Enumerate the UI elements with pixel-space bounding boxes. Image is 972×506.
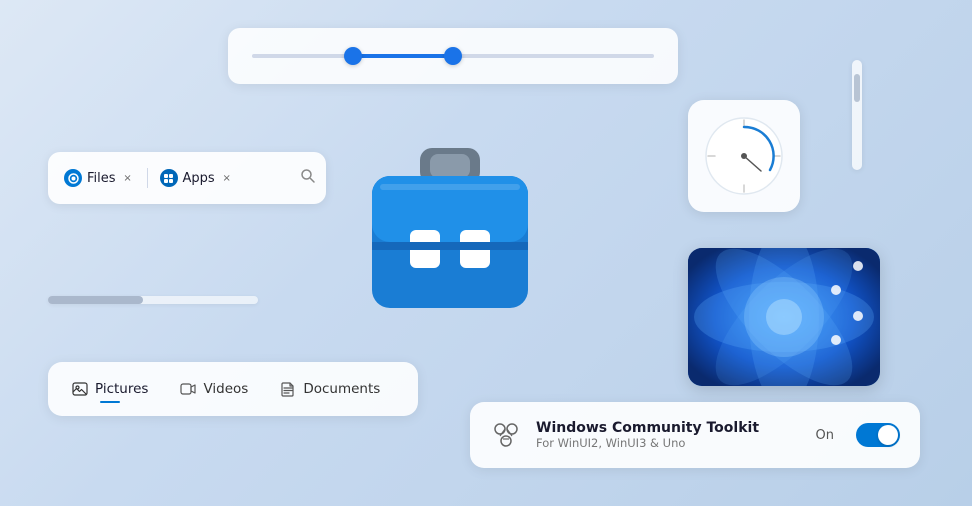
toggle-on-label: On — [816, 428, 834, 443]
files-chip-icon — [64, 169, 82, 187]
vertical-slider-thumb[interactable] — [854, 74, 860, 102]
toggle-knob — [878, 425, 898, 445]
tab-pictures[interactable]: Pictures — [56, 373, 164, 405]
tab-pictures-label: Pictures — [95, 381, 148, 397]
files-label: Files — [87, 171, 116, 186]
vertical-slider[interactable] — [852, 60, 862, 170]
progress-bar-widget — [48, 296, 258, 304]
slider-thumb-left[interactable] — [344, 47, 362, 65]
progress-fill — [48, 296, 143, 304]
tab-chip-apps[interactable]: Apps × — [154, 165, 240, 191]
toolkit-subtitle: For WinUI2, WinUI3 & Uno — [536, 436, 802, 450]
briefcase-icon — [340, 120, 560, 340]
tab-documents[interactable]: Documents — [264, 373, 396, 405]
tab-videos[interactable]: Videos — [164, 373, 264, 405]
wallpaper-widget — [688, 248, 880, 386]
toolkit-toggle-widget: Windows Community Toolkit For WinUI2, Wi… — [470, 402, 920, 468]
slider-thumb-right[interactable] — [444, 47, 462, 65]
tabs-navigation-widget: Pictures Videos Documents — [48, 362, 418, 416]
apps-close-icon[interactable]: × — [220, 171, 234, 185]
tab-filter-widget: Files × Apps × — [48, 152, 326, 204]
toggle-switch[interactable] — [856, 423, 900, 447]
tab-videos-label: Videos — [203, 381, 248, 397]
tab-filter-divider — [147, 168, 148, 188]
clock-widget — [688, 100, 800, 212]
files-close-icon[interactable]: × — [121, 171, 135, 185]
slider-fill — [353, 54, 454, 58]
apps-chip-icon — [160, 169, 178, 187]
toolkit-icon — [490, 419, 522, 451]
toolkit-title: Windows Community Toolkit — [536, 420, 802, 436]
tab-documents-label: Documents — [303, 381, 380, 397]
range-slider-widget[interactable] — [228, 28, 678, 84]
apps-label: Apps — [183, 171, 215, 186]
tab-chip-files[interactable]: Files × — [58, 165, 141, 191]
documents-icon — [280, 381, 296, 397]
search-icon[interactable] — [300, 168, 316, 188]
pictures-icon — [72, 381, 88, 397]
toolkit-info: Windows Community Toolkit For WinUI2, Wi… — [536, 420, 802, 450]
slider-track — [252, 54, 654, 58]
videos-icon — [180, 381, 196, 397]
